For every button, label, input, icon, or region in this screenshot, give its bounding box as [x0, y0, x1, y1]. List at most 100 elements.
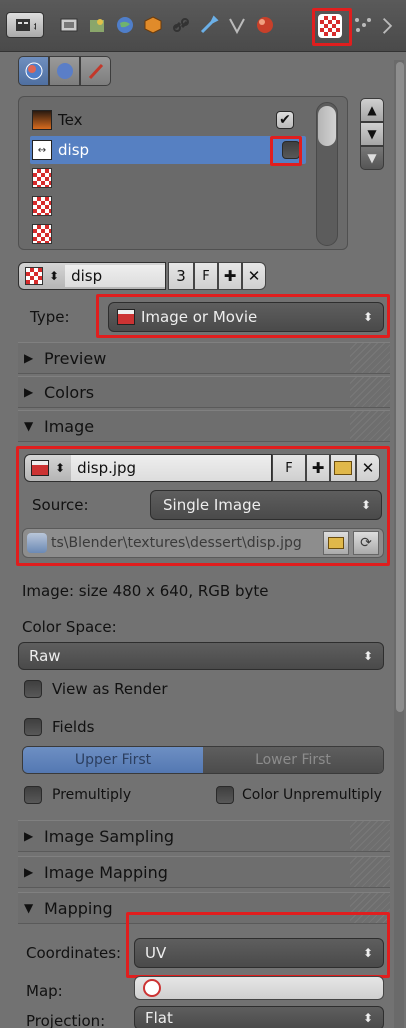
move-down-button[interactable]: ▼	[360, 122, 384, 146]
new-texture-button[interactable]: ✚	[218, 262, 242, 290]
fake-user-button[interactable]: F	[194, 262, 218, 290]
panel-drag-handle[interactable]	[350, 857, 390, 887]
source-label: Source:	[32, 496, 89, 514]
color-space-label: Color Space:	[22, 618, 117, 636]
image-name-field[interactable]: disp.jpg	[71, 455, 271, 481]
panel-collapsed-icon: ▶	[24, 385, 34, 399]
new-image-button[interactable]: ✚	[306, 454, 330, 482]
modifiers-tab-icon[interactable]	[196, 12, 222, 38]
plus-icon: ✚	[311, 459, 325, 477]
material-texture-context-button[interactable]	[49, 56, 80, 86]
list-item[interactable]	[30, 164, 326, 192]
panel-drag-handle[interactable]	[350, 411, 390, 441]
projection-label: Projection:	[26, 1012, 106, 1028]
texture-context-buttons	[18, 56, 112, 86]
image-movie-icon	[117, 309, 135, 325]
dropdown-arrows-icon: ⬍	[360, 498, 371, 512]
upper-first-button[interactable]: Upper First	[23, 747, 203, 773]
texture-datablock-selector[interactable]: ⬍ disp	[18, 262, 166, 290]
scene-tab-icon[interactable]	[84, 12, 110, 38]
premultiply-toggle[interactable]: Premultiply	[24, 786, 131, 804]
empty-texture-slot-icon	[32, 168, 52, 188]
browse-arrows-icon: ⬍	[49, 269, 60, 283]
list-item[interactable]: ↔ disp	[30, 136, 306, 164]
texture-type-dropdown[interactable]: Image or Movie ⬍	[108, 302, 384, 332]
list-item-label: Tex	[58, 111, 83, 129]
list-item[interactable]: Tex ✔	[30, 106, 300, 134]
panel-drag-handle[interactable]	[350, 343, 390, 373]
render-tab-icon[interactable]	[56, 12, 82, 38]
image-panel-header[interactable]: ▼ Image	[18, 410, 390, 442]
open-file-button[interactable]	[323, 531, 349, 555]
plus-icon: ✚	[223, 267, 237, 285]
object-tab-icon[interactable]	[140, 12, 166, 38]
world-texture-context-button[interactable]	[18, 56, 49, 86]
image-mapping-panel-header[interactable]: ▶ Image Mapping	[18, 856, 390, 888]
svg-text:⬍: ⬍	[32, 22, 36, 33]
move-up-button[interactable]: ▲	[360, 98, 384, 122]
properties-scroll-thumb[interactable]	[396, 62, 404, 712]
particles-tab-icon[interactable]	[350, 12, 376, 38]
texture-name-field[interactable]: disp	[65, 265, 165, 287]
data-tab-icon[interactable]	[224, 12, 250, 38]
image-fake-user-button[interactable]: F	[272, 454, 306, 482]
filepath-field[interactable]: ts\Blender\textures\dessert\disp.jpg	[51, 535, 323, 551]
specials-menu-button[interactable]: ▼	[360, 146, 384, 170]
colors-panel-header[interactable]: ▶ Colors	[18, 376, 390, 408]
unlink-image-button[interactable]: ✕	[356, 454, 380, 482]
dropdown-arrows-icon: ⬍	[362, 310, 373, 324]
fields-checkbox[interactable]	[24, 718, 42, 736]
color-unpremultiply-toggle[interactable]: Color Unpremultiply	[216, 786, 382, 804]
brush-icon	[88, 63, 103, 80]
panel-drag-handle[interactable]	[350, 377, 390, 407]
image-sampling-panel-header[interactable]: ▶ Image Sampling	[18, 820, 390, 852]
editor-type-button[interactable]: ⬍	[6, 12, 44, 38]
image-source-dropdown[interactable]: Single Image ⬍	[150, 490, 382, 520]
fake-user-label: F	[285, 460, 293, 476]
image-icon	[31, 460, 49, 476]
close-icon: ✕	[361, 459, 375, 477]
fields-toggle[interactable]: Fields	[24, 718, 94, 736]
view-as-render-toggle[interactable]: View as Render	[24, 680, 168, 698]
constraints-tab-icon[interactable]	[168, 12, 194, 38]
file-browse-icon	[27, 533, 47, 553]
list-item[interactable]	[30, 220, 326, 248]
unlink-texture-button[interactable]: ✕	[242, 262, 266, 290]
texture-users-count[interactable]: 3	[168, 262, 194, 290]
premultiply-checkbox[interactable]	[24, 786, 42, 804]
mapping-panel-header[interactable]: ▼ Mapping	[18, 892, 390, 924]
panel-drag-handle[interactable]	[350, 821, 390, 851]
color-unpremultiply-checkbox[interactable]	[216, 786, 234, 804]
preview-panel-title: Preview	[44, 348, 107, 368]
folder-icon	[328, 537, 344, 549]
image-mapping-panel-title: Image Mapping	[44, 862, 168, 882]
world-icon	[25, 62, 42, 80]
type-label: Type:	[30, 308, 70, 326]
material-tab-icon[interactable]	[252, 12, 278, 38]
use-texture-checkbox[interactable]	[282, 141, 300, 159]
uv-map-field[interactable]	[134, 976, 384, 1000]
image-source-value: Single Image	[163, 496, 261, 514]
image-datablock-selector[interactable]: ⬍ disp.jpg	[24, 454, 272, 482]
lower-first-button[interactable]: Lower First	[203, 747, 383, 773]
view-as-render-checkbox[interactable]	[24, 680, 42, 698]
color-space-dropdown[interactable]: Raw ⬍	[18, 642, 384, 670]
texture-tab-icon[interactable]	[318, 14, 342, 38]
reload-button[interactable]: ⟳	[353, 531, 379, 555]
brush-texture-context-button[interactable]	[80, 56, 111, 86]
list-item[interactable]	[30, 192, 326, 220]
panel-collapsed-icon: ▶	[24, 829, 34, 843]
list-item-label: disp	[58, 141, 90, 159]
list-scroll-thumb[interactable]	[318, 106, 336, 146]
coordinates-dropdown[interactable]: UV ⬍	[134, 938, 384, 968]
world-tab-icon[interactable]	[112, 12, 138, 38]
preview-panel-header[interactable]: ▶ Preview	[18, 342, 390, 374]
projection-dropdown[interactable]: Flat ⬍	[134, 1006, 384, 1028]
image-info-text: Image: size 480 x 640, RGB byte	[22, 582, 269, 600]
image-panel-title: Image	[44, 416, 95, 436]
physics-tab-icon[interactable]	[380, 12, 400, 38]
properties-editor-icon: ⬍	[16, 19, 36, 33]
use-texture-checkbox[interactable]: ✔	[276, 111, 294, 129]
open-image-button[interactable]	[330, 454, 356, 482]
panel-drag-handle[interactable]	[350, 893, 390, 923]
